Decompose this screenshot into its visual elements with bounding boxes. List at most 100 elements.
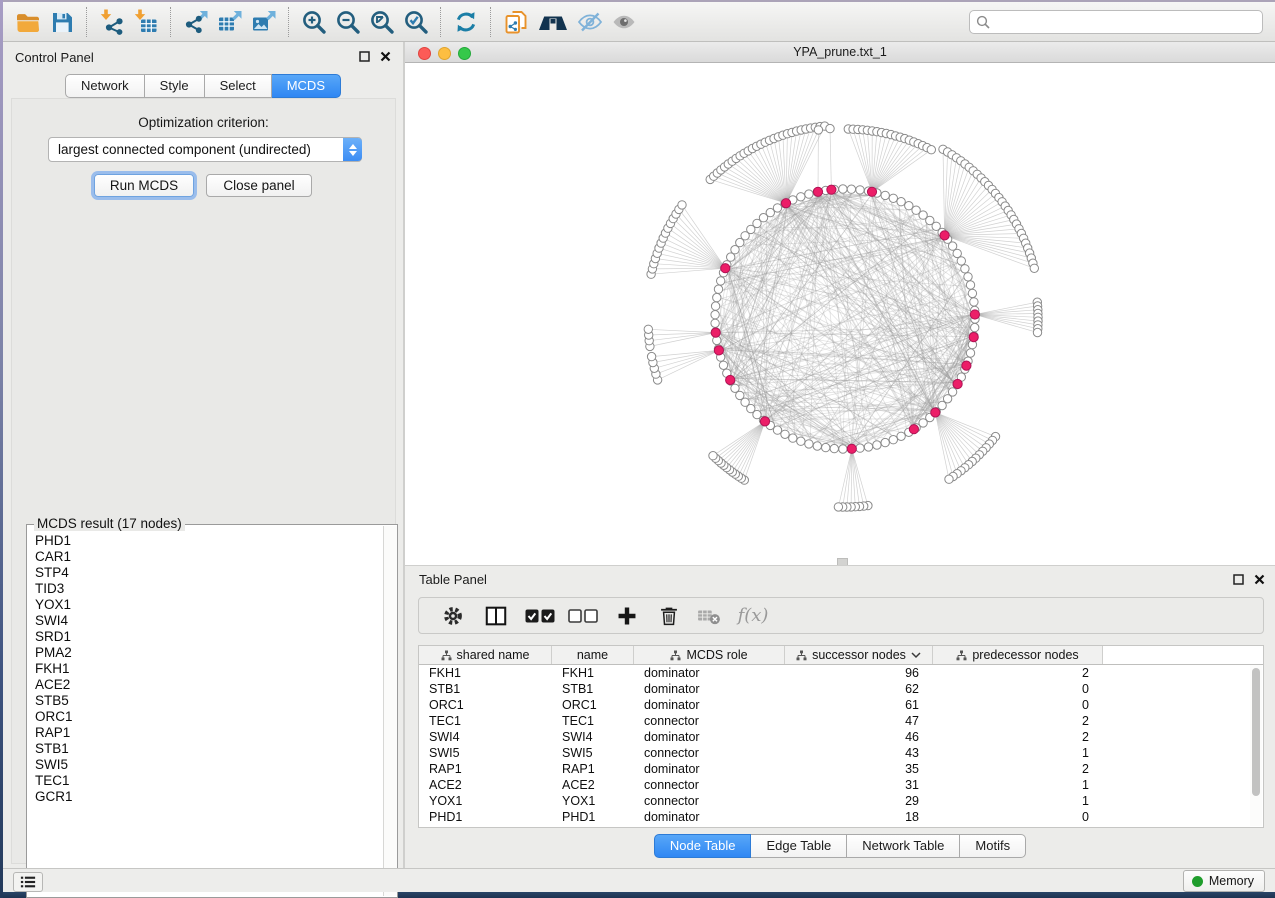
graph-hub-node[interactable] — [867, 187, 876, 196]
graph-node[interactable] — [856, 444, 864, 452]
graph-node[interactable] — [647, 352, 655, 360]
table-cell[interactable]: STB1 — [419, 681, 552, 697]
table-cell[interactable]: 29 — [785, 793, 933, 809]
table-cell[interactable]: SWI4 — [552, 729, 634, 745]
table-cell[interactable]: dominator — [634, 761, 785, 777]
search-network-button[interactable] — [533, 6, 573, 38]
graph-node[interactable] — [805, 440, 813, 448]
table-cell[interactable]: 2 — [933, 713, 1103, 729]
table-cell[interactable]: TEC1 — [552, 713, 634, 729]
table-settings-button[interactable] — [433, 601, 473, 631]
table-cell[interactable]: ORC1 — [552, 697, 634, 713]
graph-node[interactable] — [709, 452, 717, 460]
graph-node[interactable] — [797, 193, 805, 201]
graph-node[interactable] — [927, 146, 935, 154]
graph-hub-node[interactable] — [726, 375, 735, 384]
table-row[interactable]: STB1STB1dominator620 — [419, 681, 1263, 697]
mcds-list-item[interactable]: PMA2 — [28, 645, 382, 661]
graph-node[interactable] — [678, 201, 686, 209]
graph-hub-node[interactable] — [969, 333, 978, 342]
table-cell[interactable]: 31 — [785, 777, 933, 793]
hide-selected-button[interactable] — [573, 6, 607, 38]
table-row[interactable]: ORC1ORC1dominator610 — [419, 697, 1263, 713]
zoom-out-button[interactable] — [331, 6, 365, 38]
table-cell[interactable]: PHD1 — [552, 809, 634, 825]
table-row[interactable]: SWI4SWI4dominator462 — [419, 729, 1263, 745]
graph-hub-node[interactable] — [847, 444, 856, 453]
graph-node[interactable] — [797, 437, 805, 445]
network-window-titlebar[interactable]: YPA_prune.txt_1 — [405, 42, 1275, 63]
table-cell[interactable]: ORC1 — [419, 697, 552, 713]
table-tab-network-table[interactable]: Network Table — [847, 834, 960, 858]
import-network-button[interactable] — [95, 6, 129, 38]
zoom-in-button[interactable] — [297, 6, 331, 38]
graph-node[interactable] — [711, 319, 719, 327]
graph-node[interactable] — [717, 277, 725, 285]
float-panel-icon[interactable] — [359, 51, 370, 62]
table-cell[interactable]: 2 — [933, 729, 1103, 745]
graph-hub-node[interactable] — [711, 328, 720, 337]
table-cell[interactable]: SWI5 — [419, 745, 552, 761]
table-cell[interactable]: 47 — [785, 713, 933, 729]
mcds-list-item[interactable]: PHD1 — [28, 533, 382, 549]
graph-hub-node[interactable] — [760, 417, 769, 426]
table-cell[interactable]: 35 — [785, 761, 933, 777]
show-panels-button[interactable] — [13, 872, 43, 892]
graph-hub-node[interactable] — [827, 185, 836, 194]
graph-node[interactable] — [822, 443, 830, 451]
table-scrollbar[interactable] — [1250, 665, 1262, 826]
delete-column-button[interactable] — [649, 601, 689, 631]
table-cell[interactable]: connector — [634, 745, 785, 761]
mcds-list-item[interactable]: CAR1 — [28, 549, 382, 565]
graph-node[interactable] — [953, 249, 961, 257]
mcds-list-scrollbar[interactable] — [383, 526, 397, 896]
column-header-predecessor-nodes[interactable]: predecessor nodes — [933, 646, 1103, 664]
float-panel-icon[interactable] — [1233, 574, 1244, 585]
graph-node[interactable] — [814, 126, 822, 134]
deselect-all-button[interactable] — [561, 601, 605, 631]
function-builder-button[interactable]: f(x) — [729, 601, 777, 631]
table-tab-edge-table[interactable]: Edge Table — [751, 834, 847, 858]
close-panel-icon[interactable] — [1254, 574, 1265, 585]
mcds-list-item[interactable]: SWI5 — [28, 757, 382, 773]
table-cell[interactable]: connector — [634, 713, 785, 729]
table-row[interactable]: SWI5SWI5connector431 — [419, 745, 1263, 761]
show-all-button[interactable] — [607, 6, 641, 38]
table-row[interactable]: RAP1RAP1dominator352 — [419, 761, 1263, 777]
tab-network[interactable]: Network — [65, 74, 145, 98]
tab-mcds[interactable]: MCDS — [272, 74, 341, 98]
copy-network-button[interactable] — [499, 6, 533, 38]
graph-node[interactable] — [1030, 264, 1038, 272]
table-row[interactable]: ACE2ACE2connector311 — [419, 777, 1263, 793]
table-row[interactable]: TEC1TEC1connector472 — [419, 713, 1263, 729]
graph-node[interactable] — [968, 289, 976, 297]
export-table-button[interactable] — [213, 6, 247, 38]
graph-node[interactable] — [964, 273, 972, 281]
graph-hub-node[interactable] — [813, 187, 822, 196]
table-scrollbar-thumb[interactable] — [1252, 668, 1260, 796]
table-cell[interactable]: PHD1 — [419, 809, 552, 825]
mcds-list-item[interactable]: RAP1 — [28, 725, 382, 741]
graph-node[interactable] — [719, 361, 727, 369]
table-cell[interactable]: 2 — [933, 665, 1103, 681]
delete-table-button[interactable] — [689, 601, 729, 631]
close-panel-button[interactable]: Close panel — [206, 174, 312, 197]
table-cell[interactable]: connector — [634, 793, 785, 809]
column-header-name[interactable]: name — [552, 646, 634, 664]
graph-node[interactable] — [864, 443, 872, 451]
table-cell[interactable]: dominator — [634, 729, 785, 745]
graph-hub-node[interactable] — [781, 199, 790, 208]
table-cell[interactable]: 96 — [785, 665, 933, 681]
graph-hub-node[interactable] — [931, 408, 940, 417]
graph-node[interactable] — [781, 430, 789, 438]
graph-node[interactable] — [1033, 328, 1041, 336]
graph-node[interactable] — [830, 444, 838, 452]
table-cell[interactable]: 1 — [933, 745, 1103, 761]
mcds-list-item[interactable]: FKH1 — [28, 661, 382, 677]
select-all-button[interactable] — [519, 601, 561, 631]
graph-node[interactable] — [789, 434, 797, 442]
zoom-fit-button[interactable] — [365, 6, 399, 38]
graph-hub-node[interactable] — [962, 361, 971, 370]
table-cell[interactable]: RAP1 — [419, 761, 552, 777]
table-cell[interactable]: dominator — [634, 697, 785, 713]
